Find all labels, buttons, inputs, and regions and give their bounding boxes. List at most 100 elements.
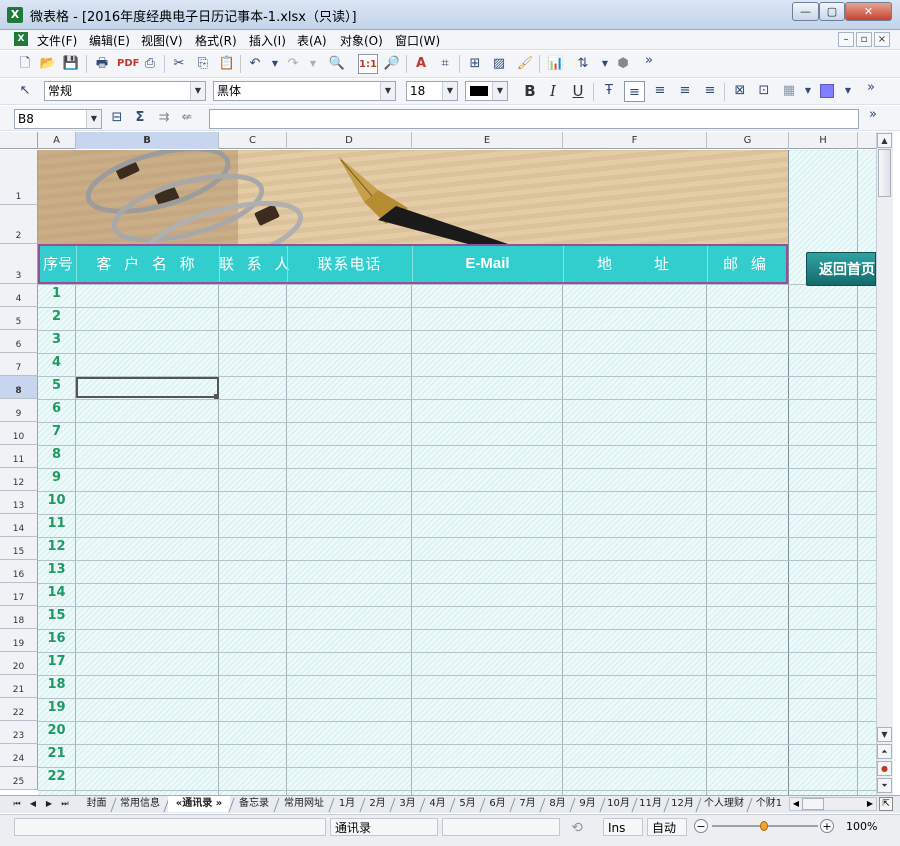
- row-header[interactable]: 1: [0, 150, 38, 205]
- column-header[interactable]: C: [219, 132, 287, 149]
- paste-icon[interactable]: 📋: [218, 55, 236, 73]
- header-phone[interactable]: 联系电话: [287, 246, 412, 282]
- pointer-icon[interactable]: ↖: [16, 82, 34, 100]
- table-row-seq[interactable]: 8: [38, 447, 75, 462]
- italic-button[interactable]: I: [544, 82, 562, 100]
- column-header[interactable]: H: [789, 132, 858, 149]
- status-calc-mode[interactable]: 自动: [647, 818, 687, 836]
- zoom-out-icon[interactable]: −: [694, 819, 708, 833]
- row-header[interactable]: 15: [0, 537, 38, 560]
- fill-color-icon[interactable]: [820, 84, 834, 98]
- zoom-slider-thumb[interactable]: [760, 821, 768, 831]
- table-row-seq[interactable]: 14: [38, 585, 75, 600]
- row-header[interactable]: 8: [0, 376, 38, 399]
- row-header[interactable]: 9: [0, 399, 38, 422]
- accept-icon[interactable]: ⇉: [155, 109, 173, 127]
- menu-table[interactable]: 表(A): [297, 32, 327, 49]
- row-header[interactable]: 4: [0, 284, 38, 307]
- sheet-tab[interactable]: 常用网址: [278, 796, 330, 812]
- merge-cells-icon[interactable]: ⊠: [731, 82, 749, 100]
- align-right-icon[interactable]: ≡: [676, 82, 694, 100]
- sheet-tab[interactable]: 5月: [454, 796, 481, 812]
- row-header[interactable]: 17: [0, 583, 38, 606]
- vertical-scrollbar[interactable]: ▲ ▼ ⏶ ● ⏷: [876, 132, 893, 795]
- hatch-icon[interactable]: ▨: [490, 55, 508, 73]
- fill-handle[interactable]: [214, 394, 219, 399]
- row-header[interactable]: 21: [0, 675, 38, 698]
- sheet-tab-active[interactable]: «通讯录 »: [168, 796, 230, 812]
- sheet-tab[interactable]: 8月: [544, 796, 571, 812]
- doc-minimize-button[interactable]: –: [838, 32, 854, 47]
- maximize-button[interactable]: ▢: [819, 2, 845, 21]
- borders-icon[interactable]: ▦: [780, 82, 798, 100]
- table-row-seq[interactable]: 22: [38, 769, 75, 784]
- table-row-seq[interactable]: 2: [38, 309, 75, 324]
- pdf-icon[interactable]: PDF: [117, 55, 139, 73]
- table-row-seq[interactable]: 16: [38, 631, 75, 646]
- split-cells-icon[interactable]: ⊡: [755, 82, 773, 100]
- cell-reference-box[interactable]: B8 ▼: [14, 109, 102, 129]
- sheet-tab[interactable]: 10月: [604, 796, 633, 812]
- table-row-seq[interactable]: 6: [38, 401, 75, 416]
- table-row-seq[interactable]: 12: [38, 539, 75, 554]
- stack-icon[interactable]: ⬢: [614, 55, 632, 73]
- save-icon[interactable]: 💾: [62, 55, 80, 73]
- sheet-tab[interactable]: 9月: [574, 796, 601, 812]
- table-row-seq[interactable]: 19: [38, 700, 75, 715]
- sheet-tab[interactable]: 封面: [80, 796, 113, 812]
- column-header[interactable]: B: [76, 132, 219, 149]
- undo-dropdown-icon[interactable]: ▼: [266, 55, 284, 73]
- table-row-seq[interactable]: 7: [38, 424, 75, 439]
- scroll-right-icon[interactable]: ▶: [864, 798, 876, 810]
- status-insert-mode[interactable]: Ins: [603, 818, 643, 836]
- row-header[interactable]: 6: [0, 330, 38, 353]
- column-header[interactable]: E: [412, 132, 563, 149]
- chevron-down-icon[interactable]: ▼: [86, 110, 101, 128]
- chevron-down-icon[interactable]: ▼: [190, 82, 205, 100]
- row-header[interactable]: 13: [0, 491, 38, 514]
- row-header[interactable]: 10: [0, 422, 38, 445]
- row-header[interactable]: 2: [0, 205, 38, 244]
- copy-icon[interactable]: ⎘: [194, 55, 212, 73]
- resize-corner-icon[interactable]: ⇱: [879, 797, 893, 811]
- sheet-tab[interactable]: 个财1: [751, 796, 787, 812]
- table-row-seq[interactable]: 15: [38, 608, 75, 623]
- sheet-tab[interactable]: 个人理财: [700, 796, 748, 812]
- menu-view[interactable]: 视图(V): [141, 32, 183, 49]
- scroll-left-icon[interactable]: ◀: [790, 798, 802, 810]
- sheet-tab[interactable]: 11月: [636, 796, 665, 812]
- header-email[interactable]: E-Mail: [412, 246, 563, 282]
- row-header[interactable]: 20: [0, 652, 38, 675]
- zoom-in-icon[interactable]: +: [820, 819, 834, 833]
- row-header[interactable]: 23: [0, 721, 38, 744]
- row-header[interactable]: 16: [0, 560, 38, 583]
- bold-button[interactable]: B: [521, 82, 539, 100]
- cut-icon[interactable]: ✂: [170, 55, 188, 73]
- font-name-select[interactable]: 黑体 ▼: [213, 81, 396, 101]
- align-justify-icon[interactable]: ≡: [701, 82, 719, 100]
- doc-restore-button[interactable]: ▫: [856, 32, 872, 47]
- preview-icon[interactable]: ⎙: [141, 55, 159, 73]
- table-row-seq[interactable]: 20: [38, 723, 75, 738]
- row-header[interactable]: 7: [0, 353, 38, 376]
- scroll-next-page-icon[interactable]: ⏷: [877, 778, 892, 793]
- menu-file[interactable]: 文件(F): [37, 32, 77, 49]
- cancel-icon[interactable]: ⇍: [178, 109, 196, 127]
- column-header[interactable]: F: [563, 132, 707, 149]
- prev-sheet-icon[interactable]: ◀: [26, 797, 40, 811]
- row-header[interactable]: 5: [0, 307, 38, 330]
- header-address[interactable]: 地 址: [563, 246, 707, 282]
- table-row-seq[interactable]: 4: [38, 355, 75, 370]
- menu-object[interactable]: 对象(O): [340, 32, 383, 49]
- table-row-seq[interactable]: 13: [38, 562, 75, 577]
- chart-icon[interactable]: 📊: [547, 55, 565, 73]
- sheet-tab[interactable]: 6月: [484, 796, 511, 812]
- sheet-tab[interactable]: 1月: [333, 796, 361, 812]
- new-icon[interactable]: 🗋: [16, 55, 34, 73]
- actual-size-button[interactable]: 1:1: [358, 54, 378, 74]
- minimize-button[interactable]: —: [792, 2, 819, 21]
- close-button[interactable]: ✕: [845, 2, 892, 21]
- column-header[interactable]: D: [287, 132, 412, 149]
- sheet-tab[interactable]: 常用信息: [115, 796, 165, 812]
- toolbar-more-icon[interactable]: »: [640, 52, 658, 70]
